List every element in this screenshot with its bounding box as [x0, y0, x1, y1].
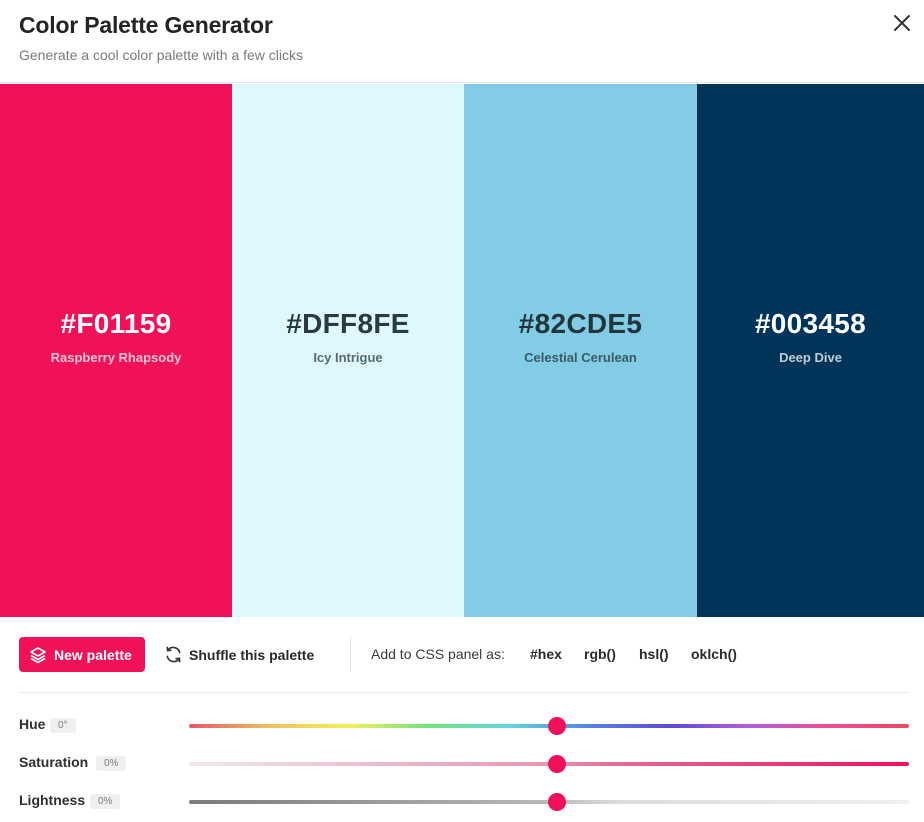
saturation-label: Saturation — [19, 754, 89, 770]
format-oklch-button[interactable]: oklch() — [691, 646, 737, 662]
layers-icon — [30, 646, 46, 663]
swatch-3[interactable]: #82CDE5 Celestial Cerulean — [464, 84, 697, 617]
swatch-hex: #DFF8FE — [286, 308, 410, 339]
saturation-row: Saturation 0% — [0, 750, 924, 780]
swatch-color-name: Raspberry Rhapsody — [50, 350, 182, 365]
hue-slider-thumb[interactable] — [548, 717, 566, 735]
toolbar-divider — [350, 637, 351, 672]
swatch-1[interactable]: #F01159 Raspberry Rhapsody — [0, 84, 232, 617]
shuffle-palette-button[interactable]: Shuffle this palette — [164, 637, 314, 672]
swatch-hex: #F01159 — [60, 308, 172, 339]
swatch-hex: #82CDE5 — [518, 308, 643, 339]
swatch-2[interactable]: #DFF8FE Icy Intrigue — [232, 84, 464, 617]
saturation-value-badge: 0% — [96, 756, 127, 771]
saturation-slider-thumb[interactable] — [548, 755, 566, 773]
swatch-4[interactable]: #003458 Deep Dive — [697, 84, 924, 617]
lightness-value-badge: 0% — [90, 794, 121, 809]
toolbar: New palette Shuffle this palette Add to … — [0, 617, 924, 693]
palette: #F01159 Raspberry Rhapsody #DFF8FE Icy I… — [0, 84, 924, 617]
new-palette-label: New palette — [54, 646, 132, 663]
hue-label: Hue — [19, 716, 46, 732]
swatch-color-name: Icy Intrigue — [313, 350, 383, 365]
lightness-row: Lightness 0% — [0, 788, 924, 818]
hue-row: Hue 0° — [0, 712, 924, 742]
close-button[interactable] — [888, 9, 916, 37]
page-subtitle: Generate a cool color palette with a few… — [19, 47, 304, 63]
new-palette-button[interactable]: New palette — [19, 637, 145, 672]
swatch-color-name: Celestial Cerulean — [524, 350, 637, 365]
refresh-icon — [166, 646, 181, 663]
format-hex-button[interactable]: #hex — [530, 646, 562, 662]
swatch-color-name: Deep Dive — [779, 350, 842, 365]
toolbar-divider-line — [19, 692, 909, 693]
css-panel-label: Add to CSS panel as: — [371, 646, 505, 662]
hue-value-badge: 0° — [50, 718, 76, 733]
swatch-hex: #003458 — [754, 308, 867, 339]
lightness-slider-thumb[interactable] — [548, 793, 566, 811]
format-hsl-button[interactable]: hsl() — [639, 646, 669, 662]
lightness-label: Lightness — [19, 792, 86, 808]
close-icon — [894, 15, 910, 31]
shuffle-label: Shuffle this palette — [189, 646, 315, 663]
adjustment-sliders: Hue 0° Saturation 0% Lightness 0% — [0, 694, 924, 822]
page-title: Color Palette Generator — [19, 12, 273, 38]
format-rgb-button[interactable]: rgb() — [584, 646, 616, 662]
header: Color Palette Generator Generate a cool … — [0, 0, 924, 83]
